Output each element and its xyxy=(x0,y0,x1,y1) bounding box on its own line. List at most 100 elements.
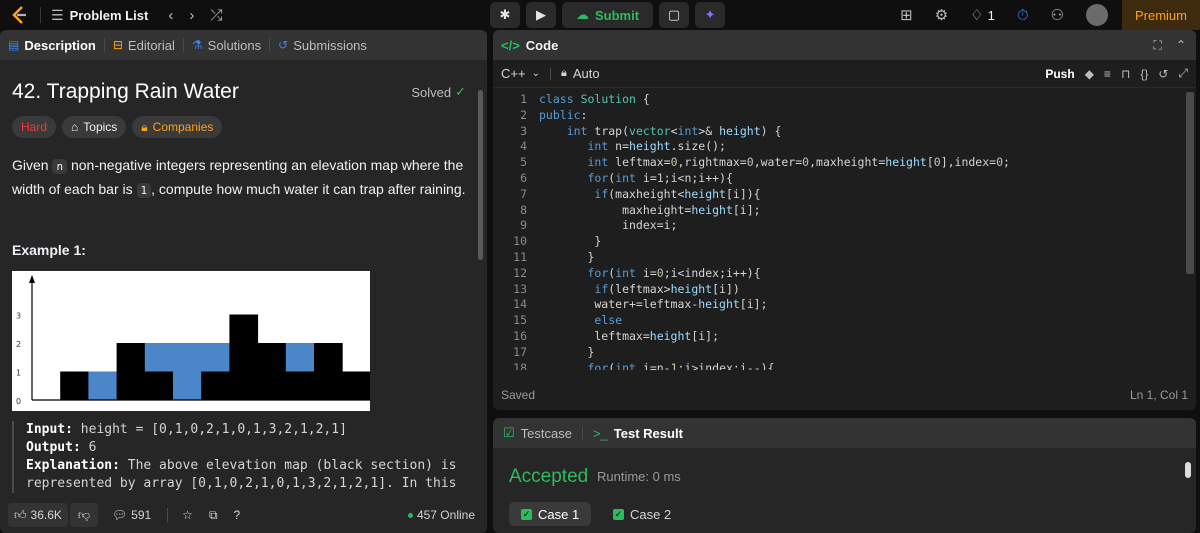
code-title: Code xyxy=(525,37,559,53)
online-dot xyxy=(407,512,413,518)
expand-icon[interactable]: ⛶ xyxy=(1154,38,1162,53)
description-panel: ▤ Description ⊟ Editorial ⚗ Solutions ↺ … xyxy=(0,30,487,533)
companies-button[interactable]: 🔒︎ Companies xyxy=(132,116,223,138)
editor-status-bar: Saved Ln 1, Col 1 xyxy=(493,380,1196,410)
like-button[interactable]: 👍︎ 36.6K xyxy=(8,503,68,527)
tab-submissions[interactable]: ↺ Submissions xyxy=(270,38,375,53)
difficulty-badge: Hard xyxy=(12,116,57,138)
bookmark-icon[interactable]: ⊓ xyxy=(1121,67,1130,81)
submit-button[interactable]: ☁ Submit xyxy=(562,2,654,28)
like-count: 36.6K xyxy=(30,508,62,522)
run-button[interactable]: ▶ xyxy=(526,2,556,28)
code-line: 17 } xyxy=(513,344,595,359)
elevation-bar xyxy=(60,371,89,400)
reset-icon[interactable]: ↺ xyxy=(1158,67,1168,81)
gear-icon[interactable]: ⚙ xyxy=(935,6,948,24)
thumbs-up-icon: 👍︎ xyxy=(14,507,27,522)
code-line: 18 for(int i=n-1;i>index;i--){ xyxy=(513,360,775,370)
problem-description: 42. Trapping Rain Water Solved ✓ Hard ⌂ … xyxy=(0,60,478,500)
topics-button[interactable]: ⌂ Topics xyxy=(62,116,127,138)
next-problem-icon[interactable]: › xyxy=(189,7,194,24)
code-line: 7 if(maxheight<height[i]){ xyxy=(520,186,761,201)
bug-icon: ✱ xyxy=(499,7,511,22)
elevation-bar xyxy=(314,343,343,400)
water-bar xyxy=(173,343,202,400)
y-tick-label: 3 xyxy=(16,312,21,321)
tab-label: Editorial xyxy=(127,37,175,53)
tab-solutions[interactable]: ⚗ Solutions xyxy=(184,38,269,53)
prev-problem-icon[interactable]: ‹ xyxy=(168,7,173,24)
water-bar xyxy=(144,343,174,372)
thumbs-down-icon: 👎︎ xyxy=(77,507,90,522)
problem-list-button[interactable]: Problem List xyxy=(70,8,149,23)
elevation-bar xyxy=(201,371,230,400)
sparkle-icon: ✦ xyxy=(704,7,716,22)
tab-testcase[interactable]: Testcase xyxy=(521,426,572,441)
top-right-tools: ⊞ ⚙ ♢ 1 ⏱ ⚇ Premium xyxy=(900,0,1200,30)
test-tabs: ☑ Testcase >_ Test Result xyxy=(493,418,1196,448)
tag-pills: Hard ⌂ Topics 🔒︎ Companies xyxy=(12,116,466,138)
case-label: Case 1 xyxy=(538,506,580,522)
share-icon[interactable]: ⧉ xyxy=(209,508,218,523)
star-icon[interactable]: ☆ xyxy=(182,508,193,522)
shuffle-icon[interactable]: ⤮ xyxy=(210,7,222,24)
online-count: 457 Online xyxy=(416,508,475,522)
code-header: </> Code xyxy=(493,30,1196,60)
case-label: Case 2 xyxy=(630,506,672,522)
layout-icon[interactable]: ⊞ xyxy=(900,6,913,24)
cloud-upload-icon: ☁ xyxy=(576,7,589,22)
code-panel: </> Code ⛶ ⌃ C++ ⌄ 🔒︎ Auto Push ◆ ≡ ⊓ {}… xyxy=(493,30,1196,410)
github-icon[interactable]: ◆ xyxy=(1085,67,1094,81)
test-scrollbar[interactable] xyxy=(1185,462,1191,478)
comment-icon[interactable]: 💬︎ xyxy=(112,508,127,522)
code-line: 5 int leftmax=0,rightmax=0,water=0,maxhe… xyxy=(520,155,1010,170)
dislike-button[interactable]: 👎︎ xyxy=(69,503,98,527)
description-footer: 👍︎ 36.6K 👎︎ 💬︎ 591 ☆ ⧉ ? 457 Online xyxy=(0,497,487,533)
problem-title[interactable]: 42. Trapping Rain Water xyxy=(12,80,239,104)
code-line: 15 else xyxy=(513,313,623,328)
input-label: Input: xyxy=(26,422,73,437)
tab-test-result[interactable]: Test Result xyxy=(614,426,683,441)
streak-icon[interactable]: ♢ xyxy=(970,6,983,24)
case-2-tab[interactable]: ✓ Case 2 xyxy=(601,502,683,526)
debug-button[interactable]: ✱ xyxy=(490,2,520,28)
premium-button[interactable]: Premium xyxy=(1122,0,1200,30)
code-header-tools: ⛶ ⌃ xyxy=(1154,38,1186,53)
example-title: Example 1: xyxy=(12,242,86,258)
avatar[interactable] xyxy=(1086,4,1108,26)
check-icon: ✓ xyxy=(521,508,532,520)
tab-editorial[interactable]: ⊟ Editorial xyxy=(105,38,183,53)
editor-scrollbar[interactable] xyxy=(1186,92,1194,274)
elevation-bar xyxy=(116,343,146,400)
add-friend-icon[interactable]: ⚇ xyxy=(1051,6,1064,24)
code-line: 13 if(leftmax>height[i]) xyxy=(513,281,740,296)
collapse-icon[interactable]: ⌃ xyxy=(1176,38,1186,53)
elevation-bar xyxy=(257,343,287,400)
braces-icon[interactable]: {} xyxy=(1140,67,1148,81)
code-line: 6 for(int i=1;i<n;i++){ xyxy=(520,170,733,185)
mode-label: Auto xyxy=(572,66,600,81)
timer-icon[interactable]: ⏱ xyxy=(1017,7,1029,24)
description-scrollbar[interactable] xyxy=(478,90,483,260)
comment-count[interactable]: 591 xyxy=(131,508,151,522)
title-row: 42. Trapping Rain Water Solved ✓ xyxy=(12,80,466,104)
tab-label: Description xyxy=(24,37,96,53)
tab-description[interactable]: ▤ Description xyxy=(0,38,104,53)
divider xyxy=(581,426,583,440)
runtime-label: Runtime: 0 ms xyxy=(597,469,681,484)
help-icon[interactable]: ? xyxy=(234,508,241,522)
companies-label: Companies xyxy=(152,120,214,134)
language-select[interactable]: C++ xyxy=(501,66,526,81)
fullscreen-icon[interactable]: ⤢ xyxy=(1178,66,1188,81)
book-icon: ⊟ xyxy=(112,38,123,52)
code-editor[interactable]: 1 class Solution { 2 public: 3 int trap(ve… xyxy=(493,92,1186,370)
ai-button[interactable]: ✦ xyxy=(695,2,726,28)
push-button[interactable]: Push xyxy=(1045,67,1074,81)
problem-list-icon[interactable]: ☰ xyxy=(51,7,64,24)
output-value: 6 xyxy=(80,440,97,455)
leetcode-logo-icon[interactable] xyxy=(8,4,30,26)
case-1-tab[interactable]: ✓ Case 1 xyxy=(509,502,592,526)
notes-button[interactable]: ▢ xyxy=(659,2,690,28)
chevron-down-icon[interactable]: ⌄ xyxy=(532,68,540,79)
format-icon[interactable]: ≡ xyxy=(1104,67,1111,81)
